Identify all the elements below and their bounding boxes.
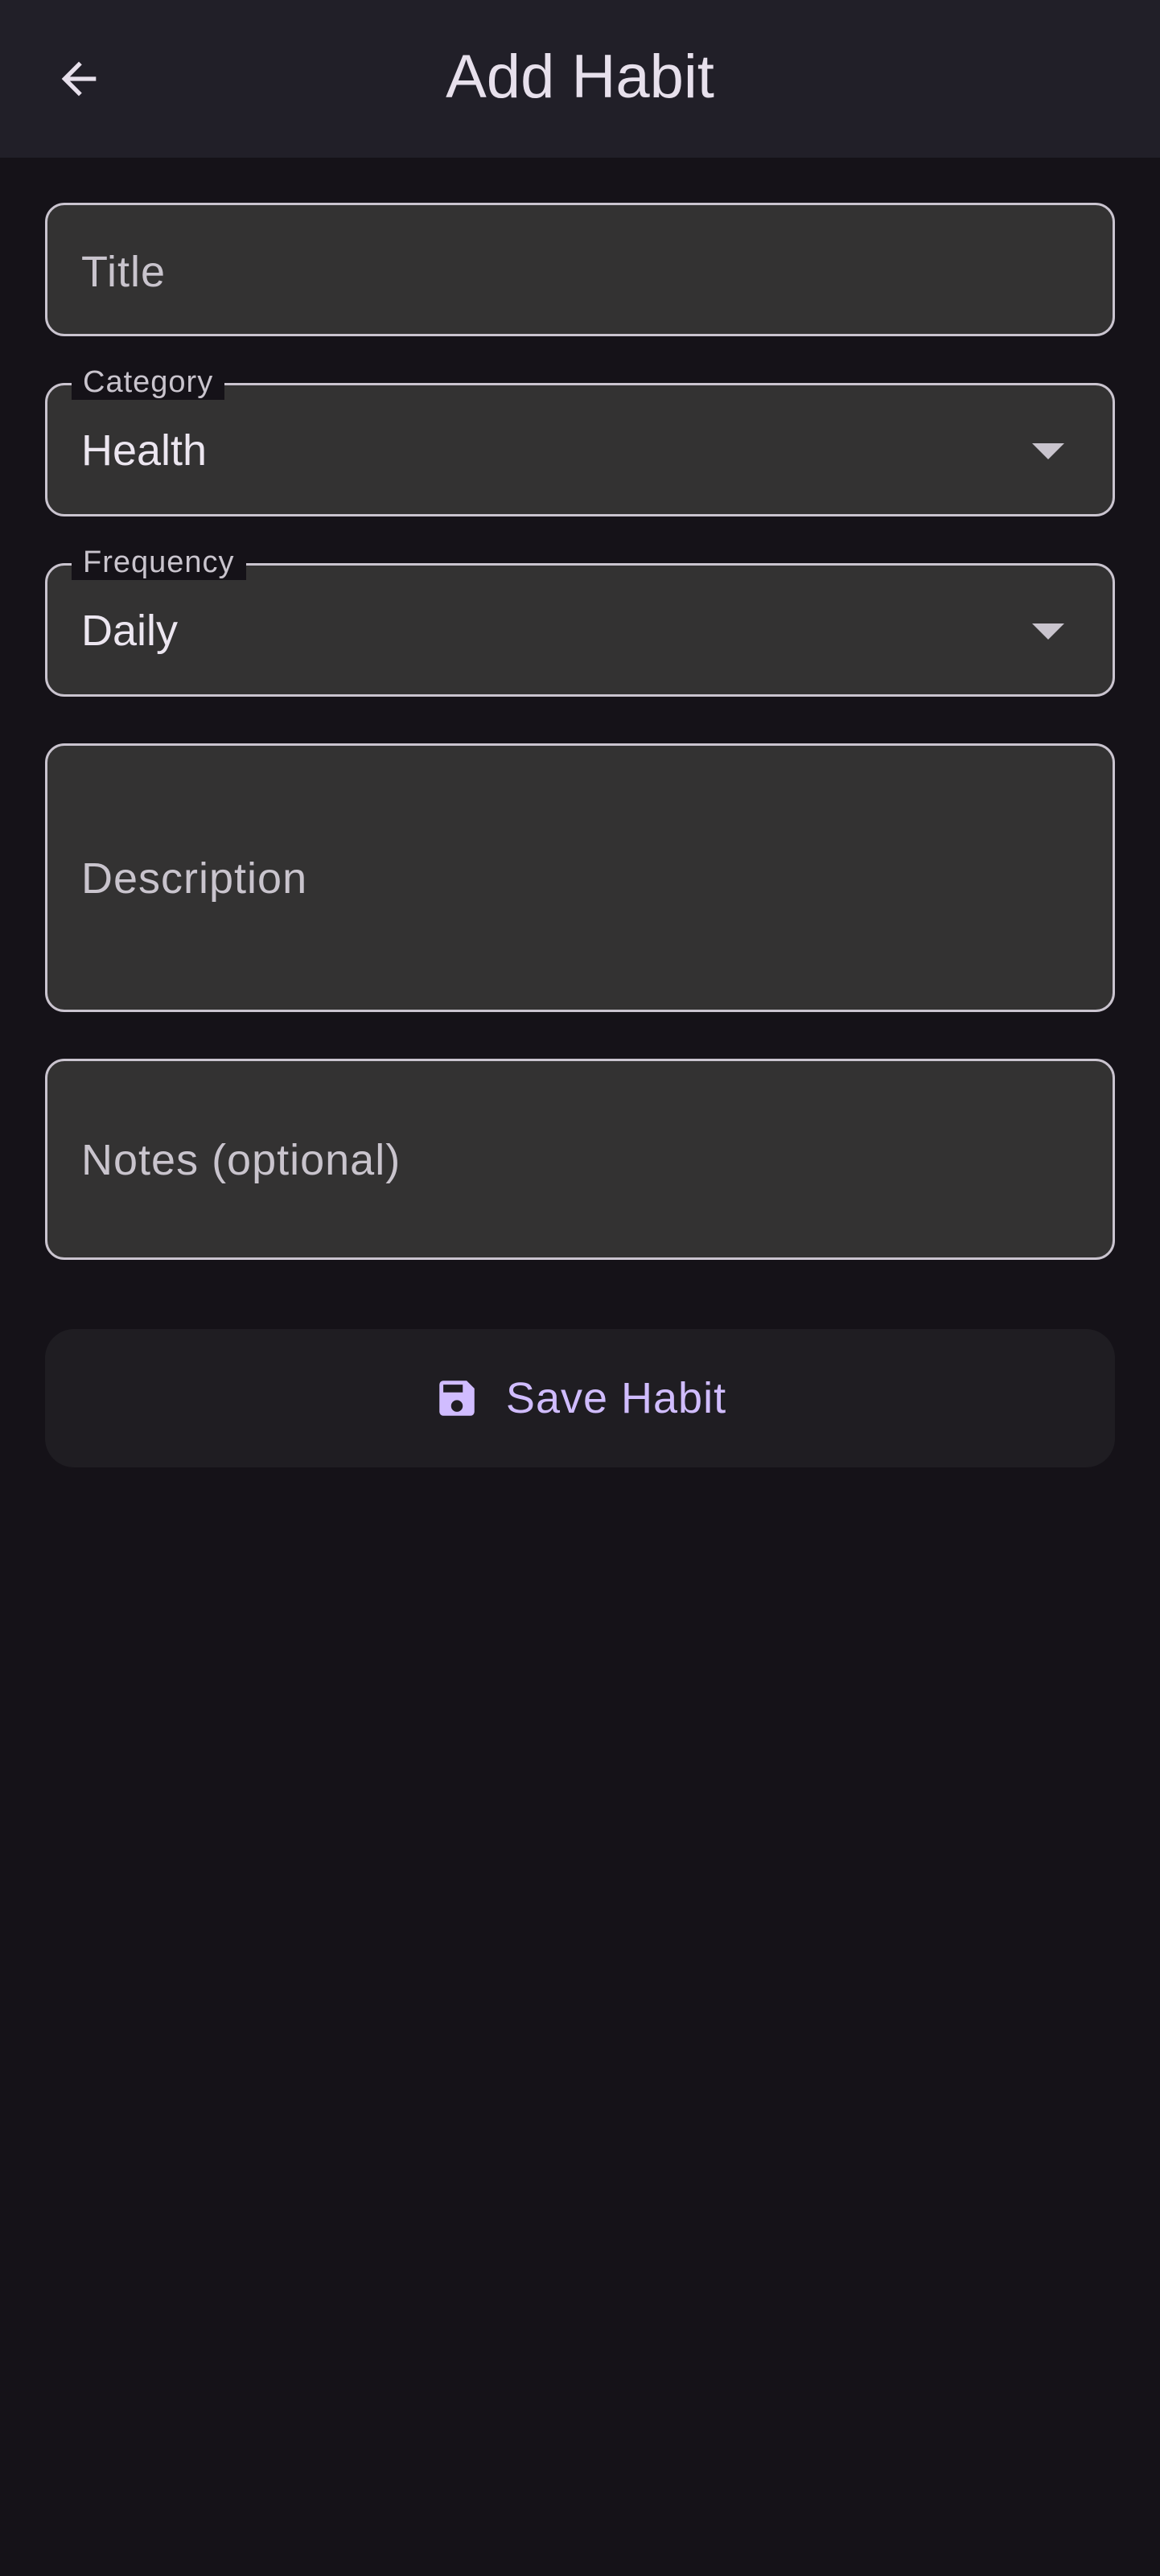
title-placeholder: Title	[81, 248, 167, 296]
add-habit-screen: Add Habit Title Category Health Frequenc…	[0, 0, 1160, 2576]
save-habit-label: Save Habit	[505, 1374, 727, 1422]
app-bar: Add Habit	[0, 0, 1160, 158]
frequency-dropdown[interactable]: Frequency Daily	[45, 545, 1115, 697]
notes-placeholder: Notes (optional)	[81, 1136, 401, 1184]
category-value: Health	[81, 426, 208, 475]
dropdown-arrow-icon	[1032, 623, 1064, 640]
dropdown-arrow-icon	[1032, 443, 1064, 459]
description-placeholder: Description	[81, 854, 308, 903]
category-dropdown[interactable]: Category Health	[45, 364, 1115, 516]
save-icon	[439, 1381, 475, 1416]
title-field[interactable]: Title	[45, 203, 1115, 336]
notes-field[interactable]: Notes (optional)	[45, 1059, 1115, 1260]
frequency-value: Daily	[81, 607, 179, 655]
category-label: Category	[72, 364, 225, 400]
frequency-label: Frequency	[72, 545, 246, 580]
page-title: Add Habit	[446, 43, 714, 111]
description-field[interactable]: Description	[45, 743, 1115, 1012]
save-habit-button[interactable]: Save Habit	[45, 1329, 1115, 1467]
